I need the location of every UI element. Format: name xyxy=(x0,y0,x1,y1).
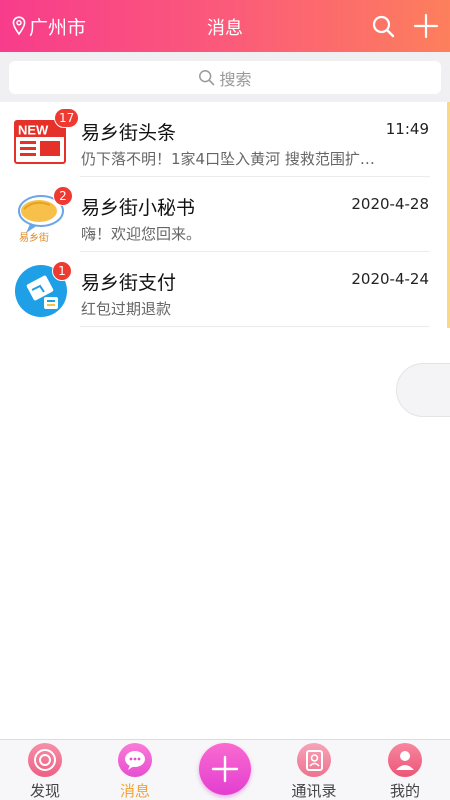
payment-icon: 1 xyxy=(14,261,72,318)
tab-label: 我的 xyxy=(389,782,420,800)
message-preview: 红包过期退款 xyxy=(81,300,172,318)
message-title: 易乡街支付 xyxy=(81,272,177,294)
tab-label: 发现 xyxy=(29,782,60,800)
message-list: NEW 17 易乡街头条 11:49 仍下落不明！1家4口坠入黄河 搜救范围扩…… xyxy=(0,102,450,327)
tab-messages[interactable]: 消息 xyxy=(100,740,170,800)
assistant-chat-icon: 易乡街 2 xyxy=(14,186,73,244)
divider xyxy=(80,326,430,327)
message-title: 易乡街头条 xyxy=(81,122,177,144)
message-time: 2020-4-28 xyxy=(351,195,429,213)
message-item-payment[interactable]: 1 易乡街支付 2020-4-24 红包过期退款 xyxy=(0,252,450,327)
news-icon: NEW 17 xyxy=(14,108,80,168)
profile-icon xyxy=(388,743,422,777)
add-icon[interactable] xyxy=(413,13,439,39)
search-icon xyxy=(199,70,215,86)
publish-button[interactable] xyxy=(199,743,251,795)
search-placeholder: 搜索 xyxy=(219,69,252,89)
floating-assistive-button[interactable] xyxy=(396,363,450,417)
search-icon[interactable] xyxy=(371,14,395,38)
news-icon-text: NEW xyxy=(18,123,49,138)
top-bar: 广州市 消息 xyxy=(0,0,450,52)
assistant-icon-text: 易乡街 xyxy=(19,231,49,243)
unread-badge: 17 xyxy=(54,108,80,128)
message-time: 11:49 xyxy=(385,120,429,138)
message-icon xyxy=(118,743,152,777)
tab-discover[interactable]: 发现 xyxy=(10,740,80,800)
message-title: 易乡街小秘书 xyxy=(81,197,196,219)
tab-label: 通讯录 xyxy=(291,782,337,800)
search-section: 搜索 xyxy=(0,52,450,102)
tab-contacts[interactable]: 通讯录 xyxy=(279,740,349,800)
tab-profile[interactable]: 我的 xyxy=(370,740,440,800)
tab-label: 消息 xyxy=(119,782,150,800)
unread-badge: 1 xyxy=(52,261,72,281)
message-item-headlines[interactable]: NEW 17 易乡街头条 11:49 仍下落不明！1家4口坠入黄河 搜救范围扩… xyxy=(0,102,450,177)
discover-icon xyxy=(28,743,62,777)
message-time: 2020-4-24 xyxy=(351,270,429,288)
unread-badge: 2 xyxy=(53,186,73,206)
search-input[interactable]: 搜索 xyxy=(9,61,441,94)
message-preview: 嗨！欢迎您回来。 xyxy=(81,225,202,243)
contacts-icon xyxy=(297,743,331,777)
message-item-assistant[interactable]: 易乡街 2 易乡街小秘书 2020-4-28 嗨！欢迎您回来。 xyxy=(0,177,450,252)
plus-icon xyxy=(211,755,239,783)
message-preview: 仍下落不明！1家4口坠入黄河 搜救范围扩… xyxy=(81,150,375,168)
